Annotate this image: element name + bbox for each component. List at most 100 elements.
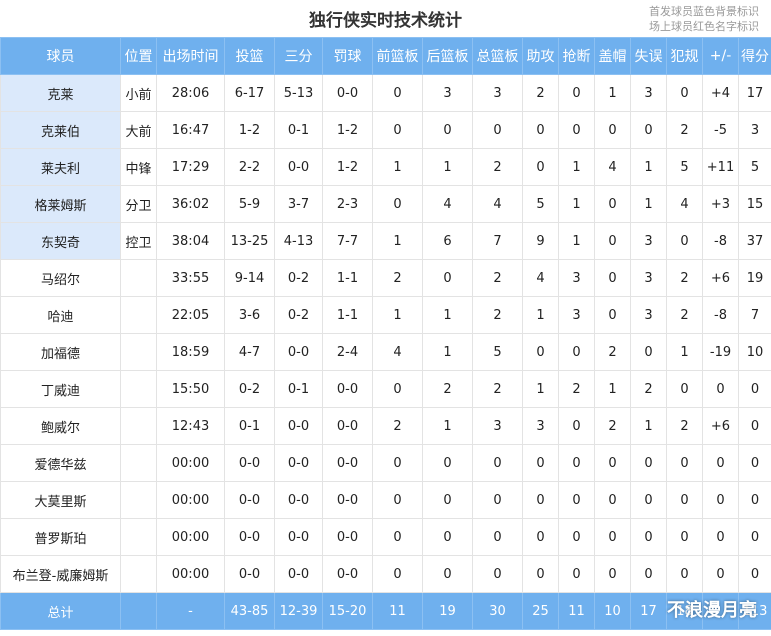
- stat-fg: 0-2: [224, 370, 275, 408]
- stat-oreb: 1: [372, 222, 423, 260]
- stat-pm: +4: [702, 74, 739, 112]
- stat-blk: 10: [594, 592, 631, 630]
- stat-pf: 4: [666, 185, 703, 223]
- player-name: 莱夫利: [0, 148, 121, 186]
- player-name: 克莱伯: [0, 111, 121, 149]
- stat-pos: [120, 555, 157, 593]
- player-name: 爱德华兹: [0, 444, 121, 482]
- stat-oreb: 1: [372, 296, 423, 334]
- legend: 首发球员蓝色背景标识 场上球员红色名字标识: [649, 4, 759, 34]
- column-header-dreb: 后篮板: [422, 37, 473, 75]
- table-header-row: 球员 位置 出场时间 投篮 三分 罚球 前篮板 后篮板 总篮板 助攻 抢断 盖帽 失误 犯规 +/- 得分: [0, 37, 771, 75]
- stat-oreb: 0: [372, 370, 423, 408]
- stat-pos: 控卫: [120, 222, 157, 260]
- stat-stl: 3: [558, 296, 595, 334]
- stat-pts: 15: [738, 185, 771, 223]
- table-row: 大莫里斯 00:00 0-0 0-0 0-0 0 0 0 0 0 0 0 0 0 0: [0, 481, 771, 519]
- player-name: 东契奇: [0, 222, 121, 260]
- column-header-tov: 失误: [630, 37, 667, 75]
- stat-ft: 0-0: [322, 407, 373, 445]
- stat-oreb: 11: [372, 592, 423, 630]
- stat-pts: 7: [738, 296, 771, 334]
- stat-oreb: 2: [372, 407, 423, 445]
- player-name: 普罗斯珀: [0, 518, 121, 556]
- stat-pm: 0: [702, 370, 739, 408]
- stat-ast: 0: [522, 555, 559, 593]
- stat-fg: 4-7: [224, 333, 275, 371]
- stat-stl: 11: [558, 592, 595, 630]
- stat-pts: 0: [738, 407, 771, 445]
- stat-tp: 0-0: [274, 481, 323, 519]
- stat-fg: 3-6: [224, 296, 275, 334]
- stat-dreb: 0: [422, 481, 473, 519]
- stat-min: 15:50: [156, 370, 225, 408]
- stat-ast: 0: [522, 518, 559, 556]
- stat-stl: 0: [558, 333, 595, 371]
- stat-stl: 1: [558, 185, 595, 223]
- stat-ft: 1-1: [322, 296, 373, 334]
- stat-reb: 7: [472, 222, 523, 260]
- column-header-pf: 犯规: [666, 37, 703, 75]
- stat-tov: 1: [630, 148, 667, 186]
- stat-pos: 小前: [120, 74, 157, 112]
- table-row: 格莱姆斯 分卫 36:02 5-9 3-7 2-3 0 4 4 5 1 0 1 4 +3 15: [0, 185, 771, 223]
- stat-reb: 5: [472, 333, 523, 371]
- stat-fg: 5-9: [224, 185, 275, 223]
- stat-pos: [120, 296, 157, 334]
- stat-ast: 1: [522, 370, 559, 408]
- stat-pos: [120, 370, 157, 408]
- stat-pf: 0: [666, 370, 703, 408]
- table-body: 克莱 小前 28:06 6-17 5-13 0-0 0 3 3 2 0 1 3 0 +4 17 克莱伯 大前 16:…: [0, 74, 771, 630]
- stat-blk: 0: [594, 185, 631, 223]
- stat-ft: 1-2: [322, 111, 373, 149]
- stat-oreb: 0: [372, 74, 423, 112]
- watermark: 不浪漫月亮: [667, 600, 757, 621]
- stat-tov: 0: [630, 481, 667, 519]
- stat-oreb: 0: [372, 481, 423, 519]
- stat-min: 36:02: [156, 185, 225, 223]
- stat-tov: 0: [630, 111, 667, 149]
- stat-tov: 3: [630, 259, 667, 297]
- stat-ast: 4: [522, 259, 559, 297]
- table-row: 哈迪 22:05 3-6 0-2 1-1 1 1 2 1 3 0 3 2 -8 7: [0, 296, 771, 334]
- stat-oreb: 2: [372, 259, 423, 297]
- stat-dreb: 0: [422, 518, 473, 556]
- stat-blk: 0: [594, 555, 631, 593]
- stat-tov: 0: [630, 555, 667, 593]
- stat-min: 00:00: [156, 481, 225, 519]
- stat-pf: 0: [666, 222, 703, 260]
- stat-reb: 0: [472, 555, 523, 593]
- stat-ast: 25: [522, 592, 559, 630]
- stat-blk: 0: [594, 296, 631, 334]
- stat-pm: -8: [702, 222, 739, 260]
- stat-pf: 5: [666, 148, 703, 186]
- stat-pm: +11: [702, 148, 739, 186]
- column-header-tp: 三分: [274, 37, 323, 75]
- stat-dreb: 4: [422, 185, 473, 223]
- stat-tov: 3: [630, 296, 667, 334]
- stat-dreb: 0: [422, 555, 473, 593]
- player-name: 加福德: [0, 333, 121, 371]
- stat-pts: 0: [738, 444, 771, 482]
- stat-pm: 0: [702, 481, 739, 519]
- stat-dreb: 0: [422, 444, 473, 482]
- stat-pts: 17: [738, 74, 771, 112]
- table-row: 鲍威尔 12:43 0-1 0-0 0-0 2 1 3 3 0 2 1 2 +6 0: [0, 407, 771, 445]
- stat-reb: 0: [472, 444, 523, 482]
- stat-ast: 2: [522, 74, 559, 112]
- stat-stl: 3: [558, 259, 595, 297]
- stat-reb: 2: [472, 296, 523, 334]
- stat-blk: 4: [594, 148, 631, 186]
- stat-tp: 0-1: [274, 370, 323, 408]
- column-header-ft: 罚球: [322, 37, 373, 75]
- column-header-oreb: 前篮板: [372, 37, 423, 75]
- stat-pos: [120, 518, 157, 556]
- stat-stl: 0: [558, 444, 595, 482]
- stat-tp: 0-0: [274, 518, 323, 556]
- stat-pts: 37: [738, 222, 771, 260]
- stat-pm: -8: [702, 296, 739, 334]
- stat-stl: 0: [558, 111, 595, 149]
- stat-blk: 0: [594, 444, 631, 482]
- player-name: 马绍尔: [0, 259, 121, 297]
- stat-stl: 1: [558, 222, 595, 260]
